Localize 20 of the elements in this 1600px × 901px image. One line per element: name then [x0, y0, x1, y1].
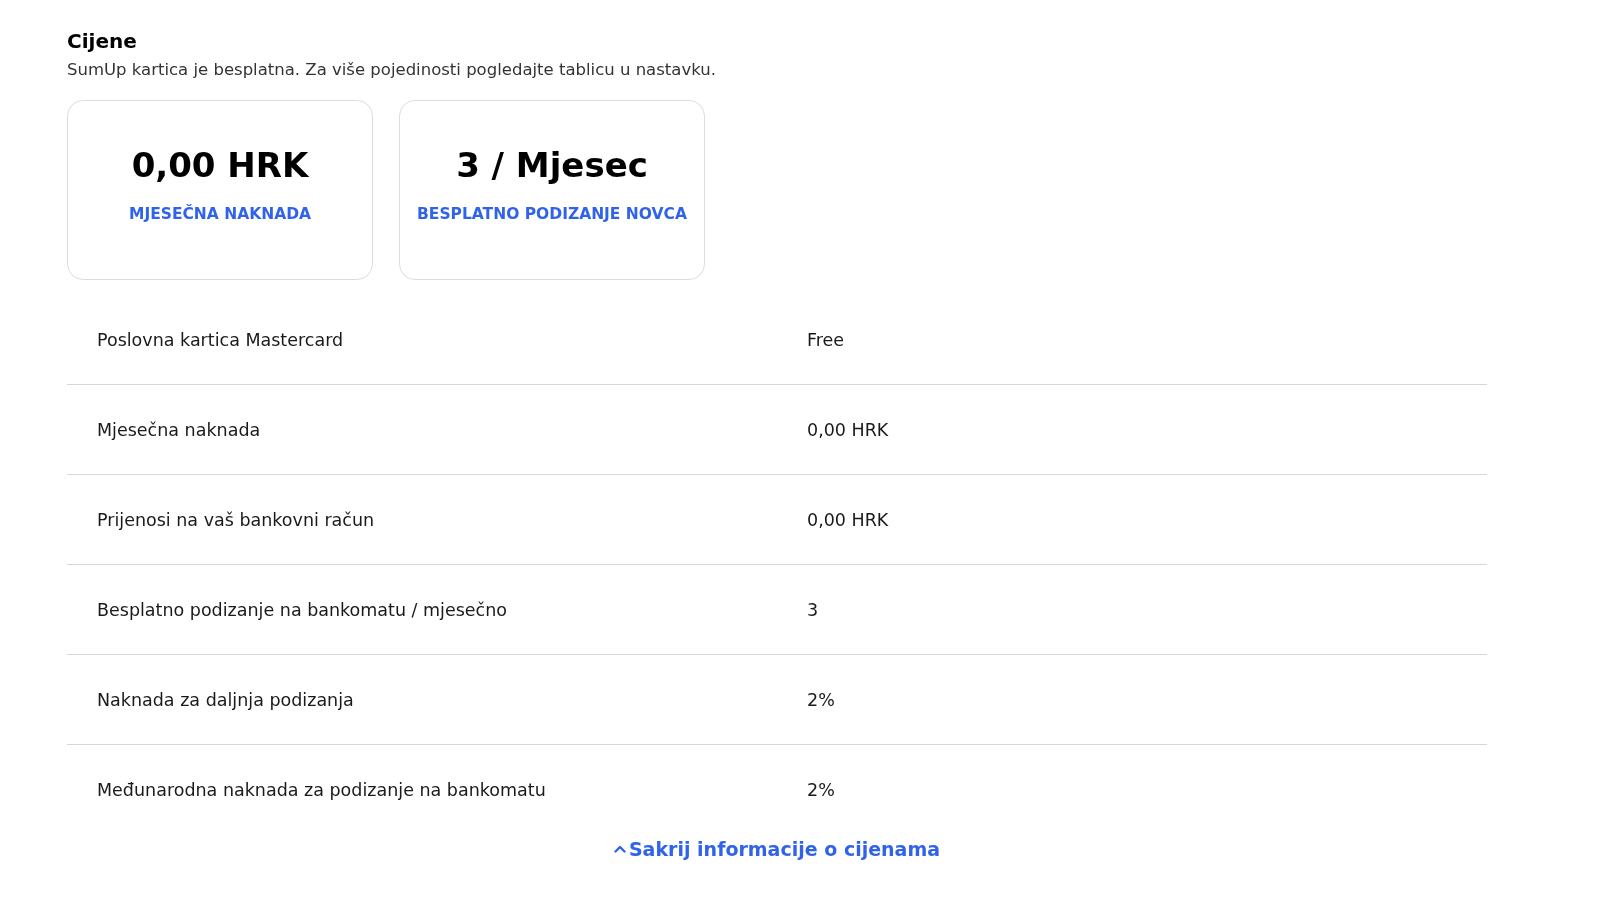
section-heading: Cijene [67, 28, 138, 55]
table-cell: Free [807, 329, 845, 350]
table-cell-text: Prijenosi na vaš bankovni račun [97, 509, 376, 530]
table-cell-text: Naknada za daljnja podizanja [97, 689, 355, 710]
table-cell-text: Mjesečna naknada [97, 419, 262, 440]
intro-text: SumUp kartica je besplatna. Za više pojedinosti pogledajte tablicu u nastavku. [67, 59, 717, 81]
table-cell: 0,00 HRK [807, 419, 889, 440]
caret-icon [613, 844, 626, 854]
table-cell-text: Poslovna kartica Mastercard [97, 329, 345, 350]
table-cell: 2% [807, 689, 835, 710]
card-label: MJESEČNA NAKNADA [128, 205, 312, 223]
table-cell: 0,00 HRK [807, 509, 889, 530]
card-value: 0,00 HRK [131, 144, 309, 187]
toggle-link[interactable]: Sakrij informacije o cijenama [613, 838, 941, 860]
table-cell: 2% [807, 779, 835, 800]
table-cell-text: Međunarodna naknada za podizanje na bankomatu [97, 779, 547, 800]
card-value: 3 / Mjesec [456, 144, 648, 187]
table-cell-text: Besplatno podizanje na bankomatu / mjesečno [97, 599, 509, 620]
table-cell: 3 [807, 599, 819, 620]
card-label: BESPLATNO PODIZANJE NOVCA [417, 205, 687, 223]
